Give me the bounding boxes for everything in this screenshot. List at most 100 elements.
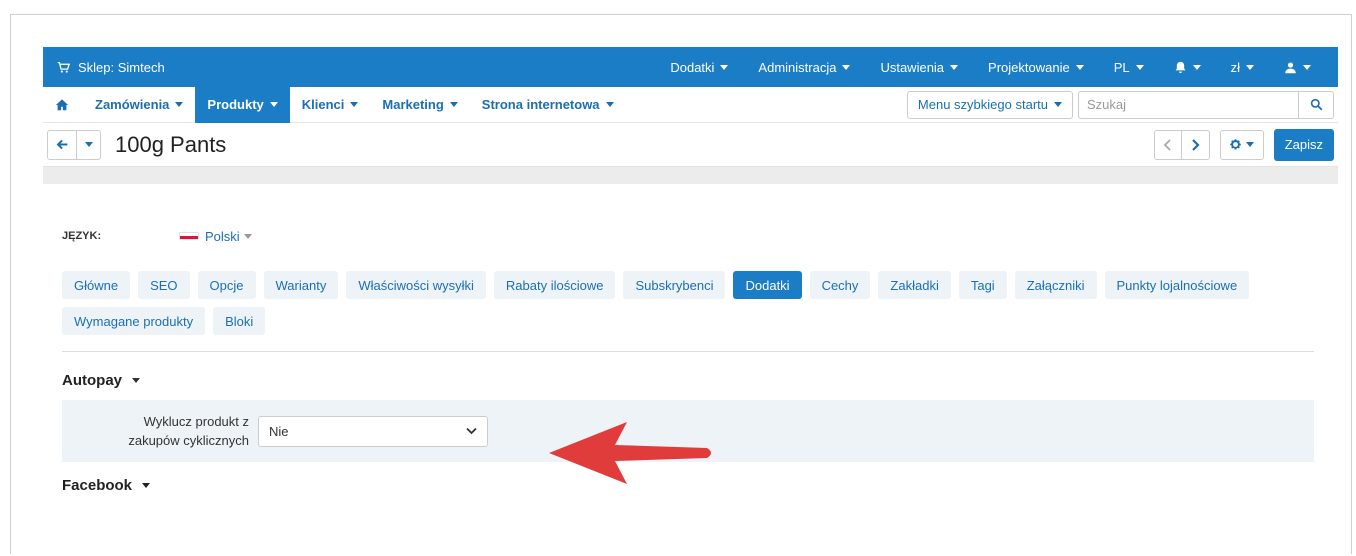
chevron-left-icon (1163, 138, 1171, 151)
user-menu[interactable] (1269, 61, 1326, 74)
top-menu-label: Ustawienia (880, 59, 945, 75)
top-menu-label: Dodatki (670, 59, 715, 75)
top-menu-design[interactable]: Projektowanie (973, 60, 1099, 75)
label-line: zakupów cyklicznych (128, 433, 249, 448)
caret-down-icon (605, 102, 614, 107)
caret-down-icon (175, 102, 184, 107)
tab-variants[interactable]: Warianty (263, 271, 339, 299)
nav-label: Zamówienia (95, 97, 170, 112)
settings-dropdown-button[interactable] (1219, 129, 1264, 160)
product-tabs: Główne SEO Opcje Warianty Właściwości wy… (62, 271, 1322, 335)
caret-down-icon (1246, 142, 1255, 147)
product-pager (1153, 129, 1210, 160)
quickstart-menu-button[interactable]: Menu szybkiego startu (906, 90, 1073, 119)
caret-down-icon (950, 64, 959, 70)
arrow-left-icon (56, 139, 67, 150)
language-selector[interactable]: Polski (205, 229, 252, 244)
tab-tags[interactable]: Tagi (958, 271, 1007, 299)
exclude-recurring-label: Wyklucz produkt z zakupów cyklicznych (62, 412, 249, 450)
caret-down-icon (1303, 64, 1311, 70)
chevron-down-icon (466, 427, 477, 435)
language-row: JĘZYK: Polski (62, 226, 1319, 246)
facebook-section-title: Facebook (62, 477, 133, 494)
divider (62, 351, 1314, 352)
bell-icon (1175, 61, 1185, 73)
top-menu-label: Projektowanie (988, 59, 1070, 75)
top-bar: Sklep: Simtech Dodatki Administracja Ust… (43, 47, 1338, 87)
top-menu-label: PL (1113, 59, 1130, 75)
next-product-button[interactable] (1181, 129, 1210, 160)
autopay-section-toggle[interactable]: Autopay (62, 372, 1319, 389)
language-switcher[interactable]: PL (1099, 60, 1159, 75)
tab-product-tabs[interactable]: Zakładki (878, 271, 951, 299)
tab-shipping-properties[interactable]: Właściwości wysyłki (346, 271, 486, 299)
search-input[interactable] (1078, 90, 1298, 119)
gear-icon (1230, 139, 1241, 150)
caret-down-icon (243, 233, 252, 239)
caret-down-icon (1054, 102, 1062, 107)
caret-down-icon (1192, 64, 1201, 70)
tab-features[interactable]: Cechy (809, 271, 871, 299)
search-button[interactable] (1298, 90, 1334, 119)
caret-down-icon (1075, 64, 1084, 70)
nav-marketing[interactable]: Marketing (370, 87, 469, 123)
tab-required-products[interactable]: Wymagane produkty (62, 307, 206, 335)
caret-down-icon (1135, 64, 1144, 70)
tab-general[interactable]: Główne (62, 271, 131, 299)
nav-customers[interactable]: Klienci (290, 87, 371, 123)
tab-blocks[interactable]: Bloki (213, 307, 266, 335)
tab-subscribers[interactable]: Subskrybenci (623, 271, 726, 299)
home-icon[interactable] (55, 98, 69, 112)
previous-product-button[interactable] (1153, 129, 1182, 160)
search (1078, 90, 1334, 119)
language-label: JĘZYK: (62, 230, 102, 242)
back-button[interactable] (47, 129, 77, 160)
tab-loyalty-points[interactable]: Punkty lojalnościowe (1104, 271, 1250, 299)
notifications-menu[interactable] (1159, 61, 1216, 74)
history-dropdown-button[interactable] (77, 129, 101, 160)
nav-website[interactable]: Strona internetowa (470, 87, 626, 123)
tab-quantity-discounts[interactable]: Rabaty ilościowe (493, 271, 616, 299)
caret-down-icon (842, 64, 851, 70)
top-menu-settings[interactable]: Ustawienia (865, 60, 973, 75)
top-menu: Dodatki Administracja Ustawienia Projekt… (655, 60, 1326, 75)
top-menu-label: zł (1230, 59, 1240, 75)
search-icon (1310, 98, 1322, 111)
nav-orders[interactable]: Zamówienia (83, 87, 195, 123)
nav-label: Klienci (301, 97, 345, 112)
tab-attachments[interactable]: Załączniki (1014, 271, 1097, 299)
cart-icon (57, 61, 70, 73)
caret-down-icon (142, 483, 151, 488)
language-value: Polski (205, 228, 240, 244)
page-header: 100g Pants Zapisz (43, 123, 1338, 167)
annotation-arrow-icon (549, 422, 711, 484)
nav-label: Produkty (207, 97, 264, 112)
tab-options[interactable]: Opcje (197, 271, 256, 299)
header-separator (43, 167, 1338, 184)
tab-seo[interactable]: SEO (138, 271, 190, 299)
nav-products[interactable]: Produkty (195, 86, 290, 123)
caret-down-icon (720, 64, 729, 70)
caret-down-icon (350, 102, 359, 107)
nav-label: Strona internetowa (481, 97, 600, 112)
back-button-group (47, 129, 101, 160)
label-line: Wyklucz produkt z (143, 414, 249, 429)
caret-down-icon (269, 102, 278, 107)
tab-addons[interactable]: Dodatki (733, 271, 802, 299)
caret-down-icon (84, 142, 93, 147)
top-menu-administration[interactable]: Administracja (743, 60, 865, 75)
save-button[interactable]: Zapisz (1273, 128, 1334, 161)
autopay-section-title: Autopay (62, 372, 122, 389)
chevron-right-icon (1192, 138, 1200, 151)
top-menu-label: Administracja (758, 59, 837, 75)
main-nav: Zamówienia Produkty Klienci Marketing St… (43, 86, 1338, 123)
quickstart-label: Menu szybkiego startu (917, 97, 1048, 112)
poland-flag-icon (179, 232, 199, 240)
store-switcher[interactable]: Sklep: Simtech (57, 60, 165, 75)
caret-down-icon (449, 102, 458, 107)
nav-label: Marketing (382, 97, 444, 112)
page-title: 100g Pants (115, 131, 227, 157)
top-menu-addons[interactable]: Dodatki (655, 60, 743, 75)
currency-switcher[interactable]: zł (1216, 60, 1269, 75)
exclude-recurring-select[interactable]: Nie (258, 415, 488, 447)
